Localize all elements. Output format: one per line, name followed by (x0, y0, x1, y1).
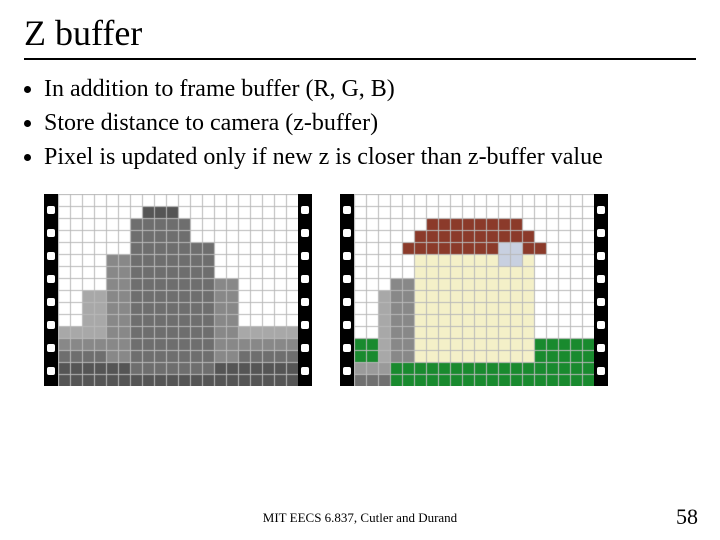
film-frame-left (44, 194, 312, 386)
title-rule (24, 58, 696, 60)
figure-row (44, 194, 696, 386)
bullet-item: Pixel is updated only if new z is closer… (44, 142, 696, 172)
sprocket-left (340, 194, 354, 386)
sprocket-left (44, 194, 58, 386)
slide-footer: MIT EECS 6.837, Cutler and Durand (0, 510, 720, 526)
bullet-item: In addition to frame buffer (R, G, B) (44, 74, 696, 104)
bullet-list: In addition to frame buffer (R, G, B) St… (44, 74, 696, 172)
bullet-item: Store distance to camera (z-buffer) (44, 108, 696, 138)
sprocket-right (298, 194, 312, 386)
slide-title: Z buffer (24, 12, 696, 54)
sprocket-right (594, 194, 608, 386)
zbuffer-left-canvas (58, 194, 298, 386)
film-frame-right (340, 194, 608, 386)
framebuffer-right-canvas (354, 194, 594, 386)
page-number: 58 (676, 504, 698, 530)
